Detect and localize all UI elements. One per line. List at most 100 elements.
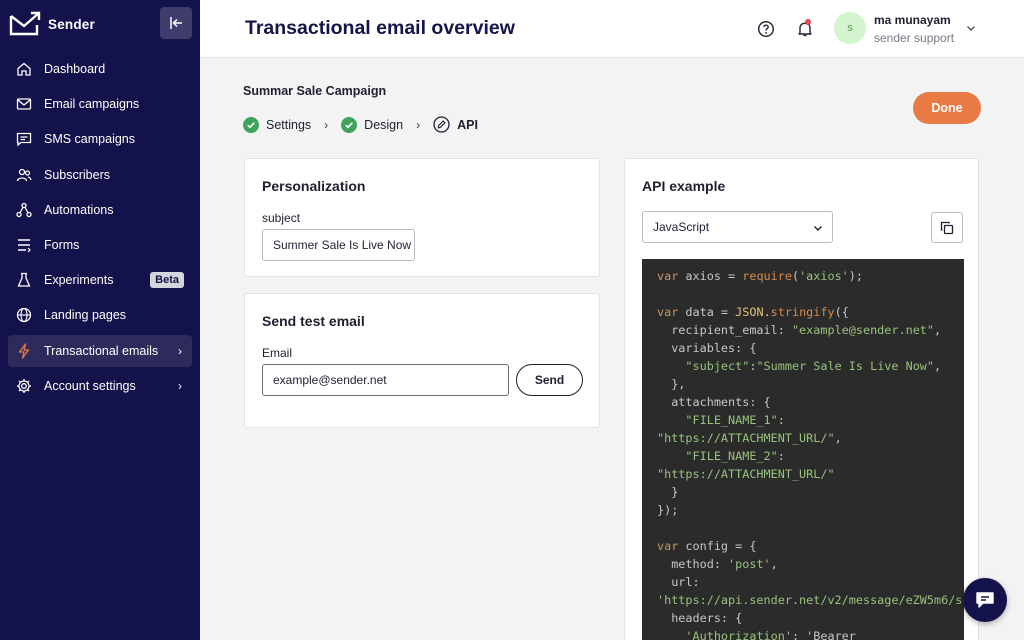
sidebar-item-label: SMS campaigns [44, 132, 136, 147]
code-line: var config = { [657, 539, 757, 553]
step-label: Design [364, 117, 404, 132]
code-line: }, [657, 377, 686, 391]
code-line: "https://ATTACHMENT_URL/", [657, 431, 842, 445]
forms-icon [16, 237, 32, 253]
check-circle-icon [341, 116, 358, 133]
code-line: recipient_email: "example@sender.net", [657, 323, 942, 337]
code-line: "https://ATTACHMENT_URL/" [657, 467, 835, 481]
code-line: variables: { [657, 341, 757, 355]
notification-dot [805, 19, 811, 25]
automation-icon [16, 202, 32, 218]
mail-icon [16, 96, 32, 112]
home-icon [16, 61, 32, 77]
code-line: 'Authorization': 'Bearer [685, 629, 856, 640]
personalization-title: Personalization [262, 178, 366, 194]
user-role: sender support [874, 31, 955, 45]
sidebar-item-label: Experiments [44, 273, 114, 288]
code-line: url: [657, 575, 700, 589]
send-test-email-title: Send test email [262, 313, 365, 329]
sidebar-item-automations[interactable]: Automations [8, 194, 192, 226]
email-label: Email [262, 346, 293, 360]
breadcrumb-steps: Settings › Design › API [243, 116, 478, 133]
users-icon [16, 167, 32, 183]
campaign-name: Summar Sale Campaign [243, 84, 387, 98]
email-field[interactable]: example@sender.net [262, 364, 509, 396]
language-value: JavaScript [653, 220, 710, 234]
step-api[interactable]: API [433, 116, 478, 133]
step-design[interactable]: Design [341, 116, 404, 133]
sidebar-item-dashboard[interactable]: Dashboard [8, 53, 192, 85]
api-code-block[interactable]: var axios = require('axios'); var data =… [642, 259, 964, 640]
chat-button[interactable] [963, 578, 1007, 622]
page-title: Transactional email overview [245, 17, 515, 39]
chevron-right-icon: › [178, 378, 182, 393]
send-test-email-card: Send test email Email example@sender.net… [244, 293, 600, 428]
done-button[interactable]: Done [913, 92, 981, 124]
personalization-card: Personalization subject Summer Sale Is L… [244, 158, 600, 277]
logo[interactable]: Sender [9, 11, 95, 37]
globe-icon [16, 307, 32, 323]
sidebar-item-label: Automations [44, 202, 114, 217]
step-label: Settings [266, 117, 312, 132]
code-line: }); [657, 503, 679, 517]
code-line: 'https://api.sender.net/v2/message/eZW5m… [657, 593, 964, 607]
code-line: "FILE_NAME_1": [685, 413, 785, 427]
sidebar-nav: Dashboard Email campaigns SMS campaigns … [8, 53, 192, 405]
sidebar-item-subscribers[interactable]: Subscribers [8, 159, 192, 191]
sidebar-item-forms[interactable]: Forms [8, 229, 192, 261]
sidebar-item-label: Forms [44, 237, 80, 252]
code-line: var data = JSON.stringify({ [657, 305, 849, 319]
app-name: Sender [48, 16, 95, 32]
send-button[interactable]: Send [516, 364, 583, 396]
sidebar-item-transactional-emails[interactable]: Transactional emails › [8, 334, 192, 367]
sidebar-item-landing-pages[interactable]: Landing pages [8, 299, 192, 331]
sidebar-item-label: Email campaigns [44, 97, 140, 112]
subject-input[interactable]: Summer Sale Is Live Now [262, 229, 415, 261]
lightning-icon [16, 342, 32, 359]
sender-logo-icon [9, 11, 41, 36]
sidebar-item-label: Transactional emails [44, 343, 159, 358]
chevron-right-icon: › [324, 117, 329, 132]
chevron-right-icon: › [416, 117, 421, 132]
check-circle-icon [243, 116, 259, 133]
sidebar-item-label: Landing pages [44, 308, 127, 323]
api-example-card: API example JavaScript var axios = requi… [624, 158, 979, 640]
collapse-icon [170, 17, 182, 29]
flask-icon [16, 272, 32, 288]
api-example-title: API example [642, 178, 726, 194]
code-line: var axios = require('axios'); [657, 269, 863, 283]
gear-icon [16, 378, 32, 394]
code-line: "FILE_NAME_2": [685, 449, 785, 463]
message-icon [16, 131, 32, 147]
sidebar-item-label: Account settings [44, 378, 136, 393]
chat-icon [976, 592, 994, 608]
top-header: Transactional email overview s ma munaya… [200, 0, 1024, 58]
sidebar: Sender Dashboard Email campaigns SMS cam… [0, 0, 200, 640]
sidebar-item-label: Subscribers [44, 167, 110, 182]
notifications-button[interactable] [796, 19, 814, 38]
code-line: headers: { [657, 611, 743, 625]
beta-badge: Beta [150, 272, 184, 289]
sidebar-item-label: Dashboard [44, 62, 106, 76]
step-label: API [457, 117, 478, 132]
language-select[interactable]: JavaScript [642, 211, 833, 243]
sidebar-item-experiments[interactable]: Experiments Beta [8, 264, 192, 296]
code-line: } [657, 485, 679, 499]
chevron-down-icon [814, 226, 822, 231]
chevron-right-icon: › [178, 343, 182, 358]
collapse-sidebar-button[interactable] [160, 7, 192, 39]
step-settings[interactable]: Settings [243, 116, 312, 133]
help-icon[interactable] [757, 20, 775, 38]
sidebar-item-account-settings[interactable]: Account settings › [8, 370, 192, 402]
code-line: method: 'post', [657, 557, 778, 571]
chevron-down-icon[interactable] [965, 22, 977, 34]
code-line: attachments: { [657, 395, 771, 409]
copy-icon [940, 221, 954, 234]
copy-button[interactable] [931, 212, 963, 243]
sidebar-item-email-campaigns[interactable]: Email campaigns [8, 88, 192, 120]
sidebar-item-sms-campaigns[interactable]: SMS campaigns [8, 123, 192, 155]
user-name[interactable]: ma munayam [874, 13, 951, 27]
avatar[interactable]: s [834, 12, 866, 44]
